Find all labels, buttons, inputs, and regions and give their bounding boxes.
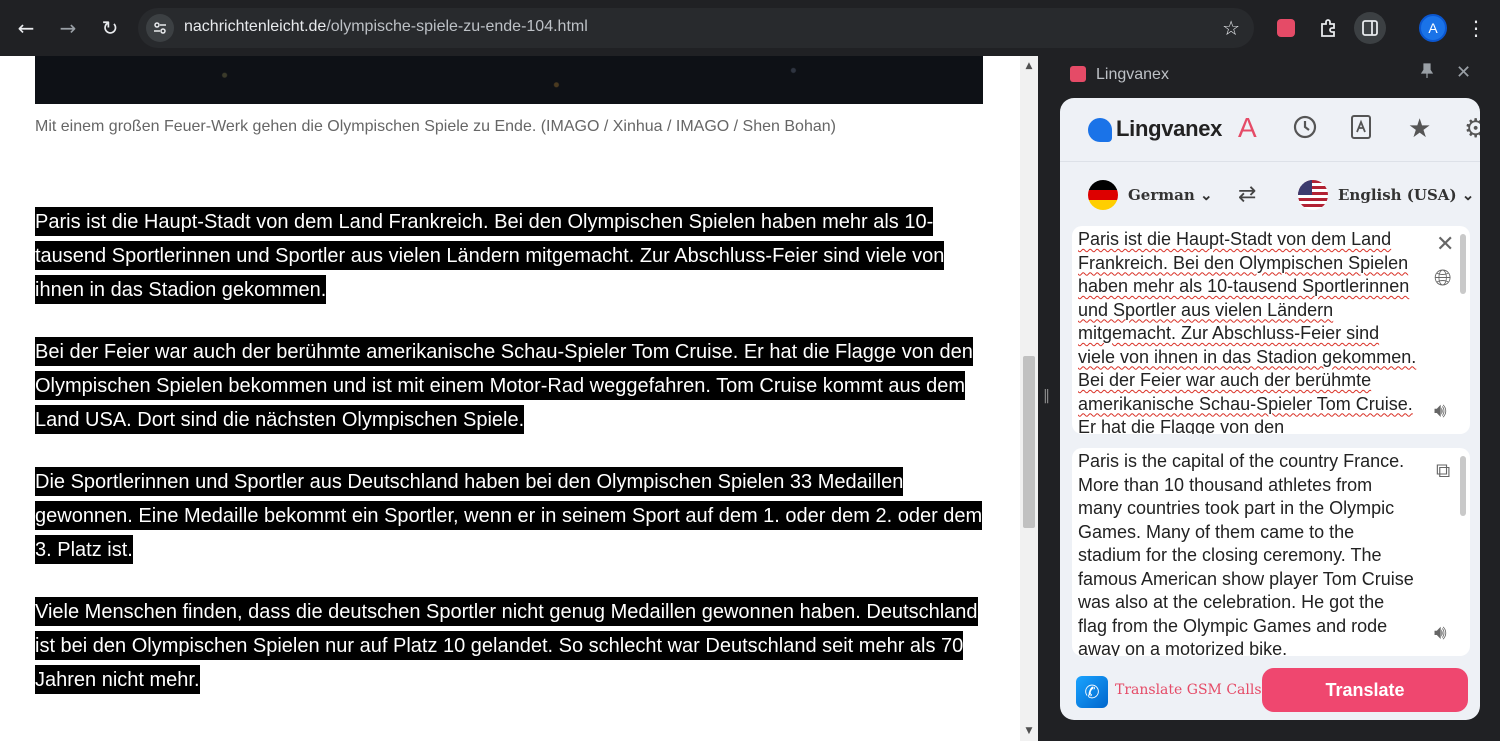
history-icon[interactable] xyxy=(1292,114,1318,147)
article-paragraph[interactable]: Paris ist die Haupt-Stadt von dem Land F… xyxy=(35,205,995,307)
bookmark-star-icon[interactable]: ☆ xyxy=(1222,16,1240,40)
lingvanex-logo-icon xyxy=(1088,118,1112,142)
language-selector-row: German ⌄ ⇄ English (USA) ⌄ xyxy=(1060,162,1480,230)
translator-header: Lingvanex A ★ ⚙ xyxy=(1060,98,1480,162)
side-panel-toggle-icon[interactable] xyxy=(1354,12,1386,44)
url-host: nachrichtenleicht.de xyxy=(184,18,327,35)
article-paragraph[interactable]: Bei der Feier war auch der berühmte amer… xyxy=(35,335,995,437)
browser-toolbar: ← → ↻ nachrichtenleicht.de/olympische-sp… xyxy=(0,0,1500,56)
article-paragraph[interactable]: Viele Menschen finden, dass die deutsche… xyxy=(35,595,995,697)
close-panel-icon[interactable]: ✕ xyxy=(1456,62,1471,83)
clear-text-icon[interactable]: ✕ xyxy=(1436,232,1454,257)
chevron-down-icon: ⌄ xyxy=(1461,186,1475,204)
brand-name: Lingvanex xyxy=(1116,116,1223,141)
paragraph-text: Viele Menschen finden, dass die deutsche… xyxy=(35,597,978,694)
translation-text: Paris is the capital of the country Fran… xyxy=(1078,451,1414,656)
pin-icon[interactable] xyxy=(1420,63,1434,83)
url-path: /olympische-spiele-zu-ende-104.html xyxy=(326,18,588,35)
back-icon[interactable]: ← xyxy=(10,12,42,44)
settings-gear-icon[interactable]: ⚙ xyxy=(1464,114,1480,144)
source-text-box[interactable]: Paris ist die Haupt-Stadt von dem Land F… xyxy=(1072,226,1470,434)
target-language-select[interactable]: English (USA) ⌄ xyxy=(1338,186,1474,204)
source-text[interactable]: Paris ist die Haupt-Stadt von dem Land F… xyxy=(1078,228,1418,434)
resize-handle[interactable]: ‖ xyxy=(1043,388,1050,404)
speaker-icon[interactable]: 🔊︎ xyxy=(1434,620,1447,644)
paragraph-text: Bei der Feier war auch der berühmte amer… xyxy=(35,337,973,434)
extensions-puzzle-icon[interactable] xyxy=(1312,12,1344,44)
paragraph-text: Paris ist die Haupt-Stadt von dem Land F… xyxy=(35,207,945,304)
article-paragraph[interactable]: Die Sportlerinnen und Sportler aus Deuts… xyxy=(35,465,995,567)
swap-languages-icon[interactable]: ⇄ xyxy=(1238,182,1256,207)
copy-icon[interactable]: ⧉ xyxy=(1436,458,1450,482)
forward-icon[interactable]: → xyxy=(52,12,84,44)
profile-avatar[interactable]: A xyxy=(1419,14,1447,42)
lingvanex-extension-icon[interactable] xyxy=(1270,12,1302,44)
source-language-select[interactable]: German ⌄ xyxy=(1128,186,1213,204)
site-info-icon[interactable] xyxy=(146,14,174,42)
globe-icon[interactable]: 🌐︎ xyxy=(1434,266,1452,291)
lingvanex-small-icon xyxy=(1070,66,1086,82)
address-bar[interactable]: nachrichtenleicht.de/olympische-spiele-z… xyxy=(138,8,1254,48)
scroll-up-icon[interactable]: ▲ xyxy=(1020,58,1038,74)
phrasebook-icon[interactable] xyxy=(1350,114,1372,147)
browser-menu-icon[interactable]: ⋮ xyxy=(1460,12,1492,44)
scroll-down-icon[interactable]: ▼ xyxy=(1020,723,1038,739)
german-flag-icon xyxy=(1088,180,1118,210)
side-panel-title: Lingvanex xyxy=(1096,66,1169,83)
paragraph-text: Die Sportlerinnen und Sportler aus Deuts… xyxy=(35,467,983,564)
url-text[interactable]: nachrichtenleicht.de/olympische-spiele-z… xyxy=(184,18,588,36)
favorites-star-icon[interactable]: ★ xyxy=(1408,114,1431,144)
translation-box-scrollbar[interactable] xyxy=(1460,456,1466,516)
reload-icon[interactable]: ↻ xyxy=(94,12,126,44)
page-scrollbar[interactable]: ▲ ▼ xyxy=(1020,56,1038,741)
source-language-label: German xyxy=(1128,186,1195,204)
chevron-down-icon: ⌄ xyxy=(1200,186,1213,204)
article-page: Mit einem großen Feuer-Werk gehen die Ol… xyxy=(0,56,1020,741)
scrollbar-thumb[interactable] xyxy=(1023,356,1035,528)
image-caption: Mit einem großen Feuer-Werk gehen die Ol… xyxy=(35,118,836,135)
translation-text-box: Paris is the capital of the country Fran… xyxy=(1072,448,1470,656)
speaker-icon[interactable]: 🔊︎ xyxy=(1434,398,1447,422)
target-language-label: English (USA) xyxy=(1338,186,1457,204)
translate-button[interactable]: Translate xyxy=(1262,668,1468,712)
translate-a-icon[interactable]: A xyxy=(1238,112,1257,144)
hero-image xyxy=(35,56,983,104)
phone-call-icon[interactable]: ✆ xyxy=(1076,676,1108,708)
side-panel: Lingvanex ✕ ‖ Lingvanex A ★ ⚙ German ⌄ ⇄… xyxy=(1038,56,1500,741)
translator-card: Lingvanex A ★ ⚙ German ⌄ ⇄ English (USA)… xyxy=(1060,98,1480,720)
translate-gsm-calls-link[interactable]: Translate GSM Calls xyxy=(1115,682,1262,698)
us-flag-icon xyxy=(1298,180,1328,210)
source-box-scrollbar[interactable] xyxy=(1460,234,1466,294)
